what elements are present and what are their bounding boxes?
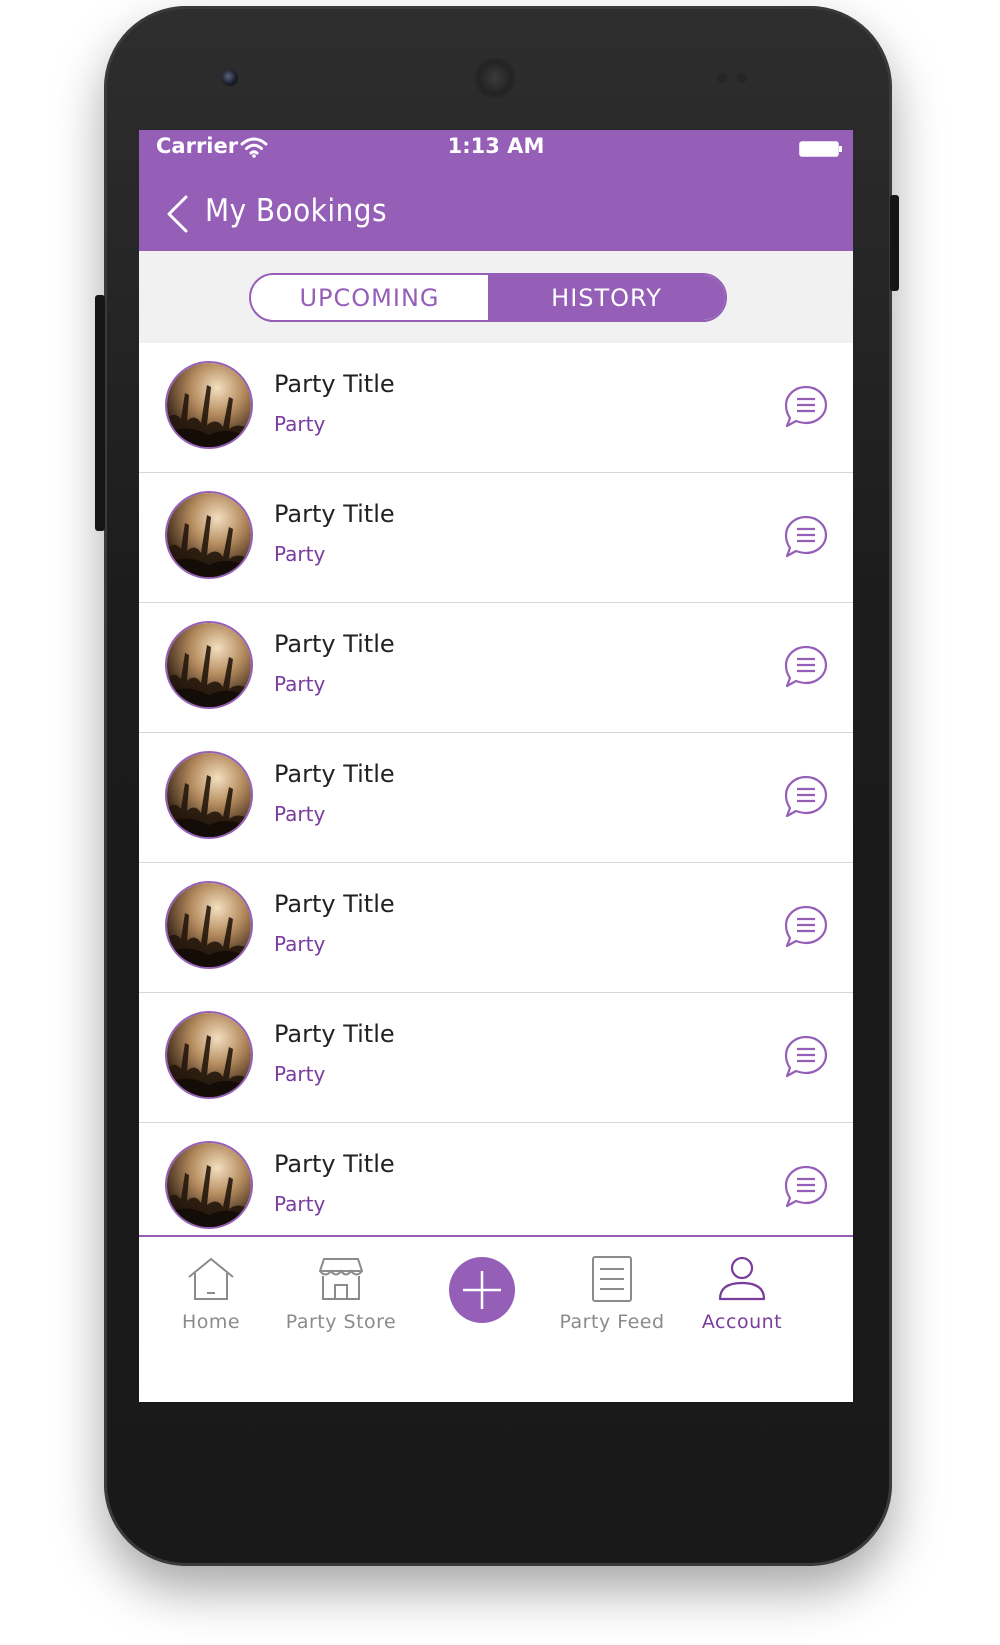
- party-type: Party: [274, 1062, 326, 1086]
- page-title: My Bookings: [205, 193, 387, 229]
- plus-icon: [463, 1271, 501, 1309]
- tab-upcoming[interactable]: UPCOMING: [251, 275, 488, 320]
- party-title: Party Title: [274, 370, 395, 398]
- battery-icon: [799, 141, 842, 157]
- party-title: Party Title: [274, 890, 395, 918]
- chat-icon[interactable]: [783, 514, 829, 560]
- party-title: Party Title: [274, 500, 395, 528]
- party-thumbnail: [165, 751, 253, 839]
- party-thumbnail: [165, 1011, 253, 1099]
- bottom-nav: Home Party Store Party Feed Account: [139, 1235, 853, 1402]
- party-thumbnail: [165, 881, 253, 969]
- party-title: Party Title: [274, 1150, 395, 1178]
- home-icon: [188, 1258, 234, 1300]
- chat-icon[interactable]: [783, 384, 829, 430]
- party-type: Party: [274, 802, 326, 826]
- nav-account[interactable]: Account: [672, 1237, 812, 1347]
- party-type: Party: [274, 412, 326, 436]
- nav-label-party-store: Party Store: [285, 1311, 397, 1333]
- add-button[interactable]: [449, 1257, 515, 1323]
- sensor-icon: [737, 73, 747, 83]
- list-item[interactable]: Party Title Party: [139, 733, 853, 863]
- nav-home[interactable]: Home: [141, 1237, 281, 1347]
- party-title: Party Title: [274, 760, 395, 788]
- chevron-left-icon[interactable]: [164, 194, 190, 234]
- bookings-list: Party Title Party Party Title Party Party Ti…: [139, 343, 853, 1253]
- party-title: Party Title: [274, 1020, 395, 1048]
- app-header: Carrier 1:13 AM My Bookings: [139, 130, 853, 251]
- nav-label-party-feed: Party Feed: [559, 1311, 665, 1333]
- chat-icon[interactable]: [783, 1164, 829, 1210]
- party-thumbnail: [165, 621, 253, 709]
- chat-icon[interactable]: [783, 774, 829, 820]
- party-type: Party: [274, 672, 326, 696]
- volume-button: [95, 295, 105, 531]
- list-item[interactable]: Party Title Party: [139, 343, 853, 473]
- party-type: Party: [274, 932, 326, 956]
- nav-party-feed[interactable]: Party Feed: [542, 1237, 682, 1347]
- segmented-control: UPCOMING HISTORY: [249, 273, 727, 322]
- list-item[interactable]: Party Title Party: [139, 473, 853, 603]
- user-icon: [718, 1256, 766, 1301]
- chat-icon[interactable]: [783, 904, 829, 950]
- front-camera-icon: [222, 70, 238, 86]
- party-type: Party: [274, 542, 326, 566]
- sensor-icon: [717, 73, 727, 83]
- speaker-grille-icon: [475, 58, 515, 98]
- store-icon: [319, 1258, 363, 1300]
- tab-bar: UPCOMING HISTORY: [139, 251, 853, 343]
- status-time: 1:13 AM: [447, 134, 545, 158]
- list-item[interactable]: Party Title Party: [139, 603, 853, 733]
- chat-icon[interactable]: [783, 644, 829, 690]
- nav-party-store[interactable]: Party Store: [271, 1237, 411, 1347]
- party-thumbnail: [165, 1141, 253, 1229]
- party-thumbnail: [165, 361, 253, 449]
- tab-history[interactable]: HISTORY: [488, 275, 725, 320]
- feed-icon: [592, 1256, 632, 1302]
- party-title: Party Title: [274, 630, 395, 658]
- nav-label-account: Account: [701, 1311, 783, 1333]
- party-thumbnail: [165, 491, 253, 579]
- power-button: [890, 195, 899, 291]
- nav-label-home: Home: [181, 1311, 241, 1333]
- party-type: Party: [274, 1192, 326, 1216]
- app-screen: Carrier 1:13 AM My Bookings UPCOMING HIS…: [139, 130, 853, 1402]
- list-item[interactable]: Party Title Party: [139, 993, 853, 1123]
- list-item[interactable]: Party Title Party: [139, 863, 853, 993]
- list-item[interactable]: Party Title Party: [139, 1123, 853, 1253]
- chat-icon[interactable]: [783, 1034, 829, 1080]
